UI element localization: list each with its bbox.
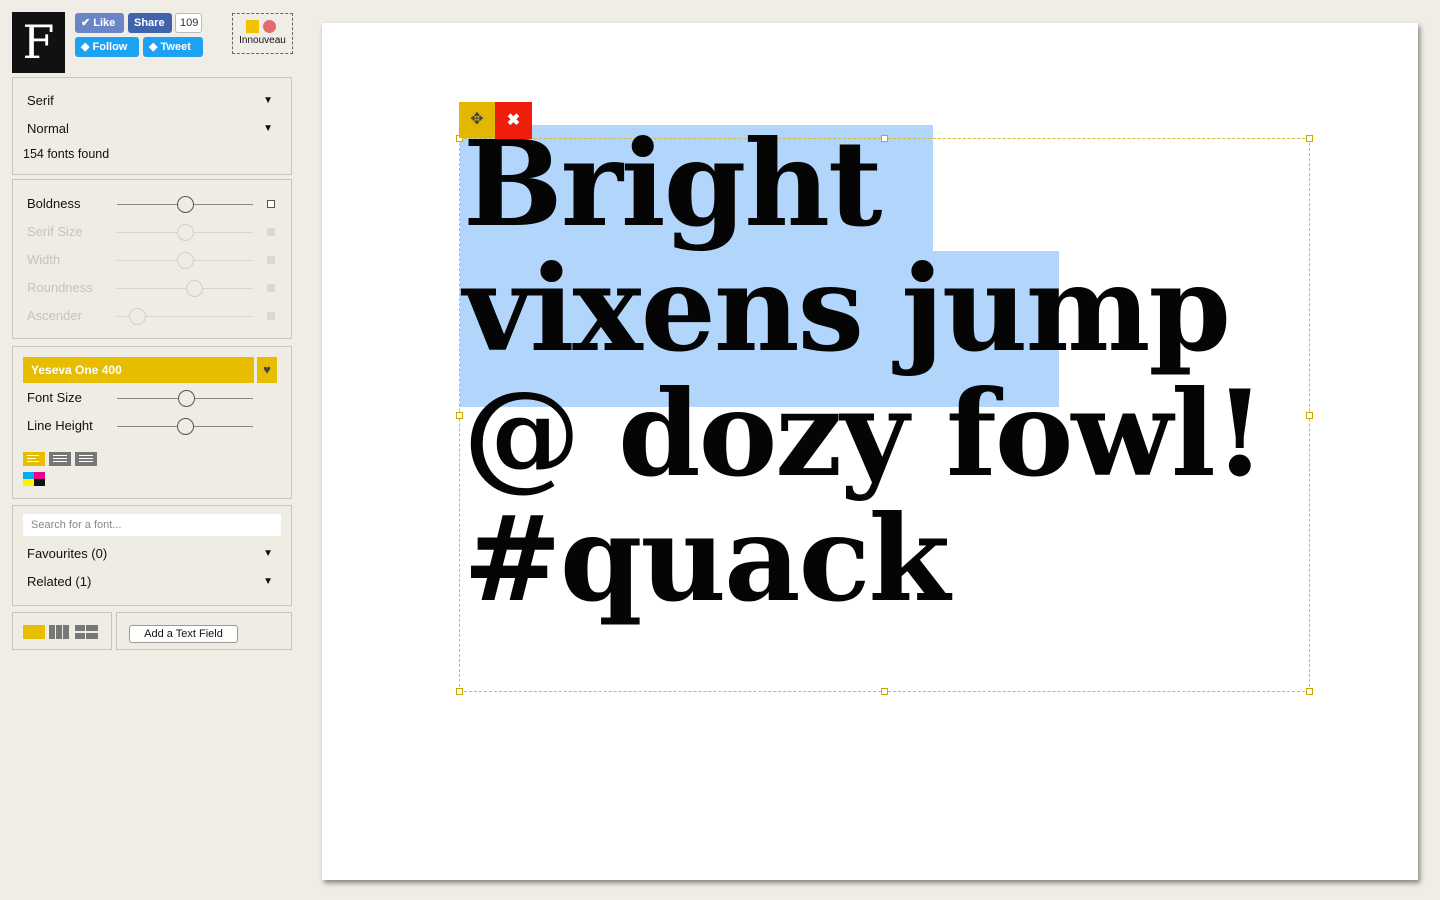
slider-thumb[interactable]	[186, 280, 204, 297]
line-height-label: Line Height	[27, 418, 93, 433]
align-right-icon[interactable]	[75, 452, 97, 466]
text-field-content[interactable]: Bright vixens jump @ dozy fowl! #quack	[463, 121, 1363, 621]
related-label: Related (1)	[27, 574, 92, 589]
add-text-field-button[interactable]: Add a Text Field	[129, 625, 238, 643]
related-list-toggle[interactable]: Related (1) ▼	[27, 571, 277, 593]
chevron-down-icon: ▼	[263, 548, 273, 559]
slider-thumb[interactable]	[176, 224, 194, 241]
slider-thumb[interactable]	[176, 252, 194, 269]
category-select[interactable]: Serif ▼	[27, 90, 277, 112]
chevron-down-icon: ▼	[263, 576, 273, 587]
font-search-input[interactable]	[23, 514, 281, 536]
columns-view-icon[interactable]	[49, 625, 55, 639]
property-sliders-panel: Boldness Serif Size Width Roundness Ascender	[12, 179, 292, 339]
selected-font-name[interactable]: Yeseva One 400	[23, 357, 254, 383]
chevron-down-icon: ▼	[263, 95, 273, 106]
columns-view-icon-part	[63, 625, 69, 639]
favourites-label: Favourites (0)	[27, 546, 108, 561]
serif-size-slider[interactable]: Serif Size	[27, 221, 277, 243]
grid-view-icon-part	[86, 633, 98, 639]
resize-handle[interactable]	[456, 688, 463, 695]
innouveau-label: Innouveau	[239, 35, 286, 46]
single-view-icon[interactable]	[23, 625, 45, 639]
text-line: Bright	[463, 114, 883, 253]
font-size-slider[interactable]: Font Size	[27, 387, 277, 409]
slider-thumb[interactable]	[177, 390, 195, 407]
slider-thumb[interactable]	[128, 308, 146, 325]
tweet-label: Tweet	[160, 41, 191, 53]
twitter-bird-icon: ◆	[81, 41, 93, 53]
design-canvas[interactable]: Bright vixens jump @ dozy fowl! #quack ✥…	[322, 23, 1418, 880]
ascender-slider[interactable]: Ascender	[27, 305, 277, 327]
chevron-down-icon: ▼	[263, 123, 273, 134]
resize-handle[interactable]	[881, 688, 888, 695]
facebook-like-button[interactable]: ✔ Like	[75, 13, 124, 33]
boldness-slider[interactable]: Boldness	[27, 193, 277, 215]
close-icon[interactable]: ✖	[495, 102, 532, 139]
slider-thumb[interactable]	[176, 418, 194, 435]
ascender-label: Ascender	[27, 308, 82, 323]
follow-label: Follow	[92, 41, 128, 53]
align-center-icon[interactable]	[49, 452, 71, 466]
twitter-follow-button[interactable]: ◆ Follow	[75, 37, 139, 57]
add-field-panel: Add a Text Field	[116, 612, 292, 650]
grid-view-icon[interactable]	[75, 625, 85, 631]
twitter-bird-icon: ◆	[149, 41, 161, 53]
width-label: Width	[27, 252, 61, 267]
text-line: #quack	[463, 489, 950, 628]
category-value: Serif	[27, 93, 54, 108]
toggle-checkbox-icon[interactable]	[267, 256, 275, 264]
roundness-label: Roundness	[27, 280, 93, 295]
move-icon[interactable]: ✥	[459, 102, 495, 138]
width-slider[interactable]: Width	[27, 249, 277, 271]
boldness-label: Boldness	[27, 196, 81, 211]
toggle-checkbox-icon[interactable]	[267, 200, 275, 208]
facebook-share-button[interactable]: Share	[128, 13, 172, 33]
view-mode-panel	[12, 612, 112, 650]
resize-handle[interactable]	[1306, 688, 1313, 695]
share-count: 109	[175, 13, 202, 33]
toggle-checkbox-icon[interactable]	[267, 228, 275, 236]
roundness-slider[interactable]: Roundness	[27, 277, 277, 299]
toggle-checkbox-icon[interactable]	[267, 284, 275, 292]
favourite-heart-icon[interactable]: ♥	[257, 357, 277, 383]
yellow-square-icon	[246, 20, 259, 33]
style-value: Normal	[27, 121, 69, 136]
slider-track	[117, 288, 253, 289]
text-line: vixens jump	[463, 239, 1231, 378]
twitter-tweet-button[interactable]: ◆ Tweet	[143, 37, 203, 57]
filter-panel: Serif ▼ Normal ▼ 154 fonts found	[12, 77, 292, 175]
columns-view-icon-part	[56, 625, 62, 639]
red-circle-icon	[263, 20, 276, 33]
fonts-found-count: 154 fonts found	[23, 147, 110, 161]
slider-thumb[interactable]	[176, 196, 194, 213]
text-line: @ dozy fowl!	[463, 364, 1266, 503]
grid-view-icon-part	[75, 633, 85, 639]
resize-handle[interactable]	[456, 412, 463, 419]
innouveau-badge[interactable]: Innouveau	[232, 13, 293, 54]
favourites-list-toggle[interactable]: Favourites (0) ▼	[27, 543, 277, 565]
toggle-checkbox-icon[interactable]	[267, 312, 275, 320]
search-panel: Favourites (0) ▼ Related (1) ▼	[12, 505, 292, 606]
align-left-icon[interactable]	[23, 452, 45, 466]
fontface-logo[interactable]: F	[12, 12, 65, 73]
color-swatch-icon[interactable]	[23, 472, 45, 486]
font-size-label: Font Size	[27, 390, 82, 405]
font-panel: Yeseva One 400 ♥ Font Size Line Height	[12, 346, 292, 499]
style-select[interactable]: Normal ▼	[27, 118, 277, 140]
serif-size-label: Serif Size	[27, 224, 83, 239]
line-height-slider[interactable]: Line Height	[27, 415, 277, 437]
grid-view-icon-part	[86, 625, 98, 631]
